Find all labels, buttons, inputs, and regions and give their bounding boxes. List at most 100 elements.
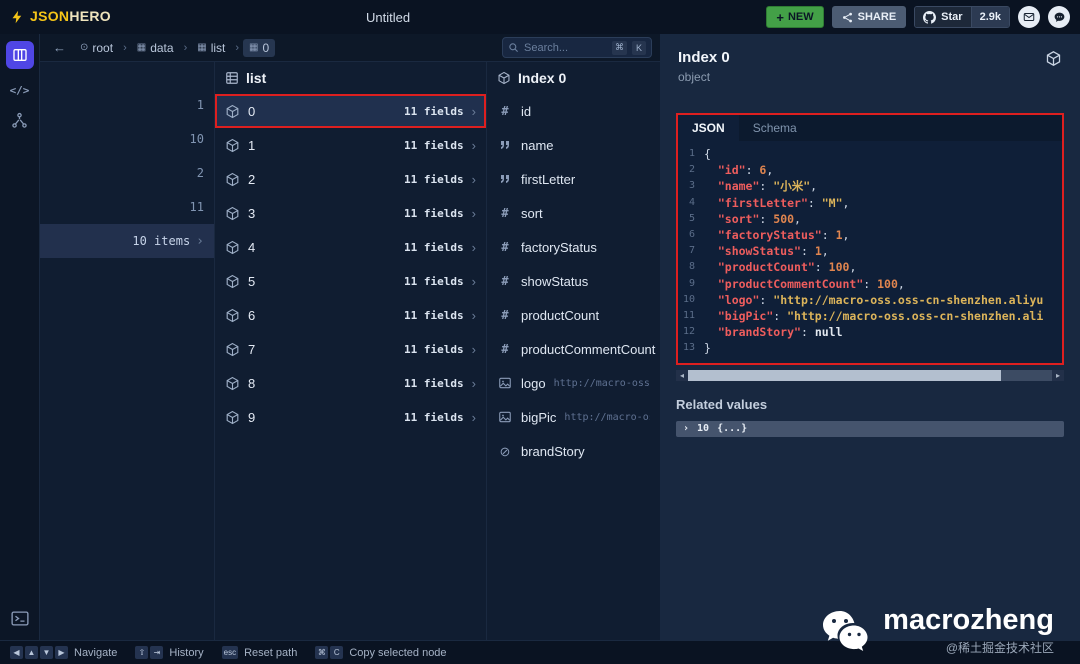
list-item-0[interactable]: 0 11 fields › [215,94,486,128]
detail-column-header: Index 0 [487,62,660,94]
list-item-6[interactable]: 6 11 fields › [215,298,486,332]
chevron-right-icon: › [471,409,476,425]
list-item-8[interactable]: 8 11 fields › [215,366,486,400]
cube-icon [1046,51,1061,66]
scroll-left-icon[interactable]: ◂ [676,369,688,381]
json-code-view[interactable]: 1{2 "id": 6, 3 "name": "小米", 4 "firstLette… [678,141,1062,363]
parent-row[interactable]: 11 [40,190,214,224]
star-count-badge[interactable]: 2.9k [970,7,1009,27]
chevron-right-icon: › [471,137,476,153]
list-item-5[interactable]: 5 11 fields › [215,264,486,298]
plus-icon: + [776,9,784,25]
fields-count-badge: 11 fields [404,172,464,186]
github-star-button[interactable]: Star [915,7,971,27]
scrollbar-track[interactable] [688,369,1052,381]
horizontal-scrollbar[interactable]: ◂ ▸ [676,369,1064,381]
inspector-tabs: JSON Schema [678,115,1062,141]
breadcrumb-item-data[interactable]: ▦ data [131,39,180,57]
cmd-key-icon: ⌘ [612,40,627,55]
cube-icon [226,308,239,322]
watermark: macrozheng @稀土掘金技术社区 [821,604,1054,656]
scrollbar-thumb[interactable] [688,369,1002,381]
code-line: 12 "brandStory": null [682,325,843,340]
inspector-title: Index 0 [678,49,730,66]
property-row-firstLetter[interactable]: firstLetter [487,162,660,196]
document-title: Untitled [366,9,411,25]
chat-button[interactable] [1048,6,1070,28]
cube-icon [226,240,239,254]
hash-icon: # [501,308,509,322]
code-line: 10 "logo": "http://macro-oss.oss-cn-shen… [682,292,1044,307]
left-rail: </> [0,34,40,640]
property-row-bigPic[interactable]: bigPic http://macro-oss.os [487,400,660,434]
property-row-brandStory[interactable]: ⊘ brandStory [487,434,660,468]
property-row-showStatus[interactable]: # showStatus [487,264,660,298]
scroll-right-icon[interactable]: ▸ [1052,369,1064,381]
cube-icon [226,206,239,220]
miller-columns: 1 10 2 11 10 items › list 0 11 fields › [40,62,660,640]
root-icon: ⊙ [80,41,89,53]
property-row-name[interactable]: name [487,128,660,162]
property-row-factoryStatus[interactable]: # factoryStatus [487,230,660,264]
code-line: 2 "id": 6, [688,163,774,178]
app-logo[interactable]: JSONHERO [10,8,111,26]
tree-view-button[interactable] [11,112,28,129]
list-item-1[interactable]: 1 11 fields › [215,128,486,162]
terminal-button[interactable] [10,611,29,626]
list-item-9[interactable]: 9 11 fields › [215,400,486,434]
property-row-id[interactable]: # id [487,94,660,128]
list-item-3[interactable]: 3 11 fields › [215,196,486,230]
list-item-2[interactable]: 2 11 fields › [215,162,486,196]
related-values-title: Related values [676,396,768,412]
cube-icon [226,376,239,390]
statusbar-history: ⇧ ⇥ History [135,646,204,659]
related-values-row[interactable]: › 10 {...} [676,420,1064,437]
jsonhero-app: JSONHERO Untitled + NEW SHARE Star 2.9k [0,0,1080,664]
search-input[interactable] [524,41,607,54]
list-column-title: list [246,70,267,86]
chevron-right-icon: › [471,341,476,357]
code-view-button[interactable]: </> [10,84,30,97]
quotes-icon [501,175,509,183]
mail-button[interactable] [1018,6,1040,28]
inspector-header: Index 0 object [660,34,1080,98]
parent-row[interactable]: 2 [40,156,214,190]
image-icon [499,411,511,423]
wechat-icon [823,610,868,651]
property-row-productCount[interactable]: # productCount [487,298,660,332]
chevron-right-icon: › [683,423,690,435]
share-button[interactable]: SHARE [831,6,907,28]
chevron-right-icon: › [471,375,476,391]
back-button[interactable]: ← [48,40,71,55]
breadcrumb-item-root[interactable]: ⊙ root [74,39,119,57]
parent-row[interactable]: 1 [40,88,214,122]
search-box[interactable]: ⌘ K [502,37,652,58]
tab-schema[interactable]: Schema [739,115,811,141]
list-item-4[interactable]: 4 11 fields › [215,230,486,264]
logo-text-hero: HERO [69,8,111,24]
breadcrumb-item-list[interactable]: ▦ list [191,39,231,57]
tab-json[interactable]: JSON [678,115,739,141]
history-keys-icon: ⇧ ⇥ [135,646,164,659]
parent-row-selected-list[interactable]: 10 items › [40,224,214,258]
code-line: 8 "productCount": 100, [688,260,857,275]
related-preview: {...} [717,423,748,435]
code-line: 1{ [688,147,711,161]
property-row-logo[interactable]: logo http://macro-oss.o [487,366,660,400]
breadcrumb-bar: ← ⊙ root › ▦ data › ▦ list › ▦ 0 ⌘ K [40,34,660,62]
cube-icon [498,71,510,85]
fields-count-badge: 11 fields [404,240,464,254]
column-view-button[interactable] [5,41,34,69]
list-item-7[interactable]: 7 11 fields › [215,332,486,366]
parent-row[interactable]: 10 [40,122,214,156]
property-row-productCommentCount[interactable]: # productCommentCount [487,332,660,366]
breadcrumb-item-0[interactable]: ▦ 0 [243,38,276,57]
quotes-icon [501,141,509,149]
logo-text-json: JSON [30,8,70,24]
chevron-right-icon: › [196,233,204,249]
new-button[interactable]: + NEW [766,6,824,28]
column-detail: Index 0 # id name firstLetter # sort # f… [487,62,660,640]
property-row-sort[interactable]: # sort [487,196,660,230]
chevron-right-icon: › [471,307,476,323]
code-line: 7 "showStatus": 1, [688,244,829,259]
